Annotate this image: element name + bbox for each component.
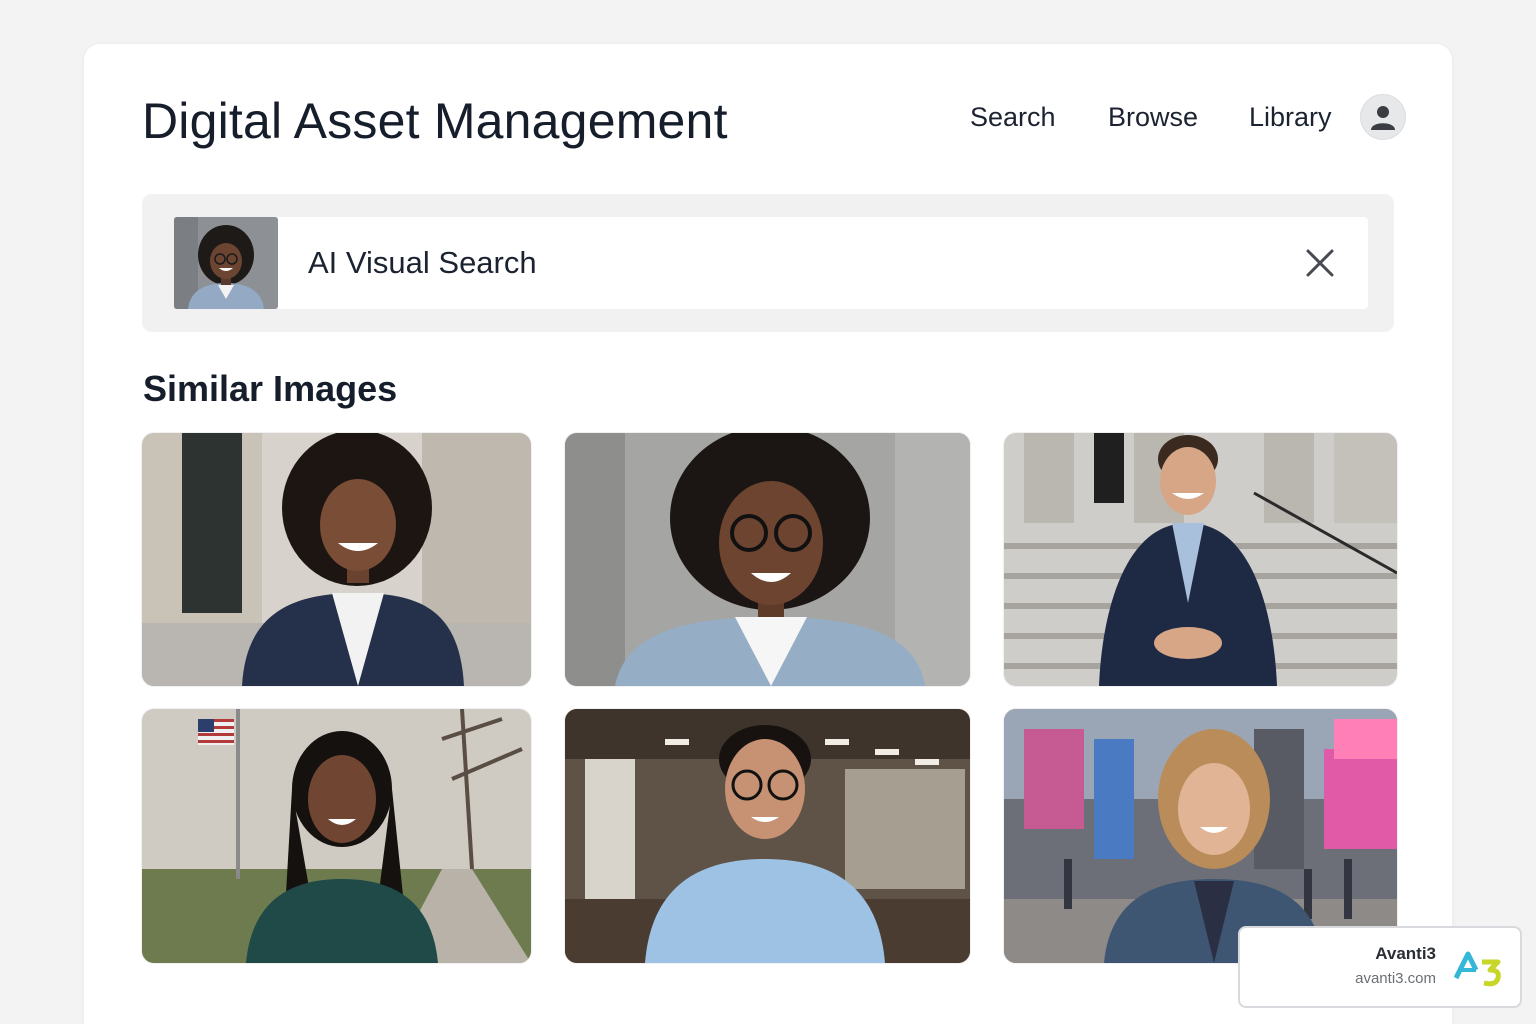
similar-images-heading: Similar Images xyxy=(143,368,398,409)
similar-image-6[interactable] xyxy=(1004,709,1397,963)
nav-search[interactable]: Search xyxy=(970,102,1056,133)
user-avatar-button[interactable] xyxy=(1360,94,1406,140)
brand-badge: Avanti3 avanti3.com xyxy=(1238,926,1522,1008)
similar-image-5[interactable] xyxy=(565,709,970,963)
similar-image-2[interactable] xyxy=(565,433,970,686)
close-icon xyxy=(1306,249,1334,277)
user-icon xyxy=(1371,106,1395,130)
clear-search-button[interactable] xyxy=(1298,241,1342,285)
similar-image-1[interactable] xyxy=(142,433,531,686)
search-field-container xyxy=(278,217,1368,309)
avanti3-logo-icon xyxy=(1454,951,1501,987)
nav-browse[interactable]: Browse xyxy=(1108,102,1198,133)
page-title: Digital Asset Management xyxy=(142,93,728,149)
brand-name: Avanti3 xyxy=(1375,944,1436,963)
nav-library[interactable]: Library xyxy=(1249,102,1332,133)
similar-image-4[interactable] xyxy=(142,709,531,963)
search-input[interactable] xyxy=(308,243,1208,283)
query-image-thumbnail[interactable] xyxy=(174,217,278,309)
brand-url[interactable]: avanti3.com xyxy=(1355,970,1436,987)
similar-image-3[interactable] xyxy=(1004,433,1397,686)
